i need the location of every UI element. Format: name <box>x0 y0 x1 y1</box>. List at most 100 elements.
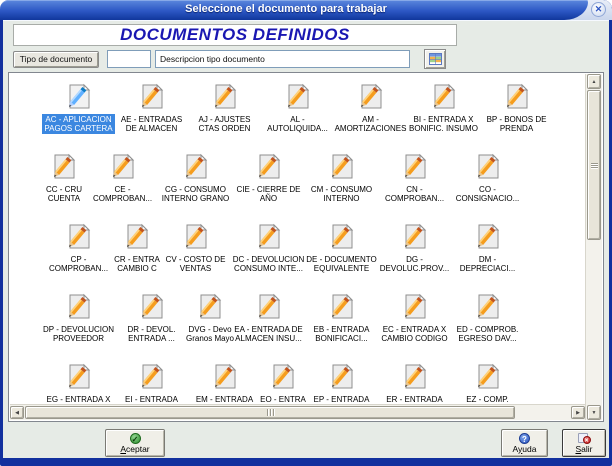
document-item[interactable]: AE - ENTRADAS DE ALMACEN <box>115 77 188 147</box>
document-pencil-icon <box>214 363 236 389</box>
document-label: EA - ENTRADA DE ALMACEN INSU... <box>232 324 304 344</box>
help-button-label: Ayuda <box>512 443 537 454</box>
document-item[interactable]: EA - ENTRADA DE ALMACEN INSU... <box>232 287 305 357</box>
document-item[interactable]: EP - ENTRADA PARA PROCESOS <box>305 357 378 404</box>
document-label-line2: BONIFICACI... <box>315 334 368 343</box>
document-label: CO - CONSIGNACIO... <box>454 184 522 204</box>
horizontal-scrollbar-thumb[interactable] <box>25 406 515 419</box>
document-label-line1: CO - <box>479 185 496 194</box>
document-pencil-icon <box>54 153 76 179</box>
document-pencil-icon <box>404 363 426 389</box>
document-label-line2: AÑO <box>259 194 278 203</box>
close-icon[interactable]: ✕ <box>591 2 606 17</box>
document-item[interactable]: BI - ENTRADA X BONIFIC. INSUMO <box>407 77 480 147</box>
document-label: CC - CRU CUENTA <box>44 184 84 204</box>
document-label: AM - AMORTIZACIONES <box>333 114 409 134</box>
document-pencil-icon <box>258 293 280 319</box>
document-item[interactable]: CC - CRU CUENTA <box>42 147 86 217</box>
document-item[interactable]: CP - COMPROBAN... <box>42 217 115 287</box>
document-label-line1: AE - ENTRADAS <box>120 115 183 124</box>
document-item[interactable]: AC - APLICACION PAGOS CARTERA <box>42 77 115 147</box>
scroll-up-icon[interactable]: ▲ <box>587 74 601 89</box>
document-item[interactable]: DR - DEVOL. ENTRADA ... <box>115 287 188 357</box>
document-label-line1: EO - ENTRA <box>260 395 306 404</box>
document-label-line2: CAMBIO CODIGO <box>381 334 448 343</box>
document-item[interactable]: CIE - CIERRE DE AÑO <box>232 147 305 217</box>
document-item[interactable]: CV - COSTO DE VENTAS <box>159 217 232 287</box>
document-item[interactable]: BP - BONOS DE PRENDA <box>480 77 553 147</box>
document-label: DE - DOCUMENTO EQUIVALENTE <box>304 254 379 274</box>
document-label-line1: EC - ENTRADA X <box>382 325 447 334</box>
document-item[interactable]: ED - COMPROB. EGRESO DAV... <box>451 287 524 357</box>
grid-icon <box>428 53 442 65</box>
document-label-line2: DEPRECIACI... <box>459 264 516 273</box>
document-item[interactable]: AM - AMORTIZACIONES <box>334 77 407 147</box>
document-label-line1: DG - <box>406 255 423 264</box>
document-item[interactable]: EI - ENTRADA INSUMOS-PRO... <box>115 357 188 404</box>
document-item[interactable]: EO - ENTRA ALMACEN <box>258 357 308 404</box>
document-item[interactable]: DG - DEVOLUC.PROV... <box>378 217 451 287</box>
document-label-line2: EGRESO DAV... <box>458 334 517 343</box>
document-item[interactable]: ER - ENTRADA MCIA. ROLD... <box>378 357 451 404</box>
accept-button[interactable]: ✓ Aceptar <box>105 429 165 457</box>
document-item[interactable]: DC - DEVOLUCION CONSUMO INTE... <box>232 217 305 287</box>
document-item[interactable]: CR - ENTRA CAMBIO C <box>112 217 162 287</box>
document-label-line2: DE ALMACEN <box>125 124 178 133</box>
document-item[interactable]: EC - ENTRADA X CAMBIO CODIGO <box>378 287 451 357</box>
document-item[interactable]: EZ - COMP. EGRESO PER... <box>451 357 524 404</box>
document-item[interactable]: CM - CONSUMO INTERNO <box>305 147 378 217</box>
document-item[interactable]: CO - CONSIGNACIO... <box>451 147 524 217</box>
document-label-line2: PAGOS CARTERA <box>44 124 113 133</box>
document-item[interactable]: EG - ENTRADA X CAMB COD/G... <box>42 357 115 404</box>
document-label: DC - DEVOLUCION CONSUMO INTE... <box>231 254 307 274</box>
document-label-line1: CV - COSTO DE <box>165 255 226 264</box>
document-code-input[interactable] <box>107 50 151 68</box>
document-label-line2: EQUIVALENTE <box>313 264 370 273</box>
document-item[interactable]: DVG - Devo Granos Mayo <box>186 287 234 357</box>
document-label-line1: AC - APLICACION <box>45 115 112 124</box>
document-label: AC - APLICACION PAGOS CARTERA <box>42 114 115 134</box>
scroll-right-icon[interactable]: ▶ <box>571 406 585 419</box>
description-input[interactable]: Descripcion tipo documento <box>155 50 410 68</box>
document-item[interactable]: DE - DOCUMENTO EQUIVALENTE <box>305 217 378 287</box>
document-item[interactable]: CG - CONSUMO INTERNO GRANO <box>159 147 232 217</box>
document-item[interactable]: CE - COMPROBAN... <box>86 147 159 217</box>
document-grid: AC - APLICACION PAGOS CARTERA AE - ENTRA… <box>10 74 585 404</box>
scroll-down-icon[interactable]: ▼ <box>587 405 601 420</box>
document-label: EO - ENTRA ALMACEN <box>258 394 308 404</box>
document-label-line2: AUTOLIQUIDA... <box>267 124 328 133</box>
document-label-line2: VENTAS <box>179 264 212 273</box>
document-item[interactable]: CN - COMPROBAN... <box>378 147 451 217</box>
document-label: EG - ENTRADA X CAMB COD/G... <box>44 394 112 404</box>
document-item[interactable]: DM - DEPRECIACI... <box>451 217 524 287</box>
document-label-line2: CTAS ORDEN <box>198 124 251 133</box>
document-label: CV - COSTO DE VENTAS <box>164 254 228 274</box>
documents-listbox: AC - APLICACION PAGOS CARTERA AE - ENTRA… <box>8 72 604 422</box>
exit-button[interactable]: ✕ Salir <box>562 429 606 457</box>
document-item[interactable]: EM - ENTRADA MAQUILA- P... <box>188 357 261 404</box>
document-item[interactable]: AL - AUTOLIQUIDA... <box>261 77 334 147</box>
document-label-line2: AMORTIZACIONES <box>334 124 407 133</box>
vertical-scrollbar-thumb[interactable] <box>587 90 601 240</box>
document-label: CR - ENTRA CAMBIO C <box>112 254 162 274</box>
document-pencil-icon <box>185 223 207 249</box>
vertical-scrollbar[interactable]: ▲ ▼ <box>585 74 602 420</box>
document-label-line1: CM - CONSUMO <box>310 185 373 194</box>
document-item[interactable]: AJ - AJUSTES CTAS ORDEN <box>188 77 261 147</box>
document-pencil-icon <box>404 223 426 249</box>
type-of-document-button[interactable]: Tipo de documento <box>13 51 99 68</box>
lookup-grid-button[interactable] <box>424 49 446 69</box>
document-pencil-icon <box>258 223 280 249</box>
scroll-left-icon[interactable]: ◀ <box>10 406 24 419</box>
document-label-line1: EA - ENTRADA DE <box>234 325 303 334</box>
document-item[interactable]: EB - ENTRADA BONIFICACI... <box>305 287 378 357</box>
horizontal-scrollbar[interactable]: ◀ ▶ <box>10 404 585 420</box>
document-label: ED - COMPROB. EGRESO DAV... <box>455 324 521 344</box>
document-pencil-icon <box>360 83 382 109</box>
document-pencil-icon <box>258 153 280 179</box>
document-label: DM - DEPRECIACI... <box>458 254 518 274</box>
document-label-line2: BONIFIC. INSUMO <box>409 124 478 133</box>
help-button[interactable]: ? Ayuda <box>501 429 548 457</box>
document-item[interactable]: DP - DEVOLUCION PROVEEDOR <box>42 287 115 357</box>
document-pencil-icon <box>273 363 295 389</box>
